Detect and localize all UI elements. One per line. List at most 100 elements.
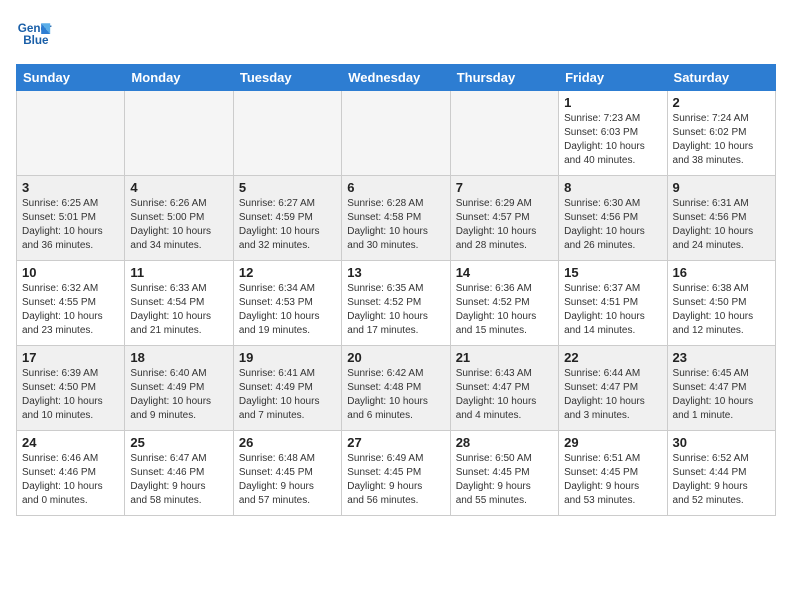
day-info: Sunrise: 6:27 AM Sunset: 4:59 PM Dayligh… [239,197,336,253]
day-number: 1 [564,95,661,110]
day-header-thursday: Thursday [450,65,558,91]
calendar-cell: 21 Sunrise: 6:43 AM Sunset: 4:47 PM Dayli… [450,346,558,431]
day-number: 10 [22,265,119,280]
calendar-cell: 2 Sunrise: 7:24 AM Sunset: 6:02 PM Daylig… [667,91,775,176]
calendar-cell: 3 Sunrise: 6:25 AM Sunset: 5:01 PM Daylig… [17,176,125,261]
calendar-cell: 30 Sunrise: 6:52 AM Sunset: 4:44 PM Dayli… [667,431,775,516]
day-header-friday: Friday [559,65,667,91]
day-number: 21 [456,350,553,365]
day-header-sunday: Sunday [17,65,125,91]
day-info: Sunrise: 6:30 AM Sunset: 4:56 PM Dayligh… [564,197,661,253]
day-number: 7 [456,180,553,195]
day-info: Sunrise: 6:48 AM Sunset: 4:45 PM Dayligh… [239,452,336,508]
day-number: 29 [564,435,661,450]
day-number: 3 [22,180,119,195]
day-number: 2 [673,95,770,110]
day-info: Sunrise: 6:36 AM Sunset: 4:52 PM Dayligh… [456,282,553,338]
day-info: Sunrise: 6:26 AM Sunset: 5:00 PM Dayligh… [130,197,227,253]
day-info: Sunrise: 6:50 AM Sunset: 4:45 PM Dayligh… [456,452,553,508]
day-info: Sunrise: 6:46 AM Sunset: 4:46 PM Dayligh… [22,452,119,508]
logo-icon: General Blue [16,16,52,52]
day-info: Sunrise: 6:25 AM Sunset: 5:01 PM Dayligh… [22,197,119,253]
calendar-cell: 23Sunrise: 6:45 AM Sunset: 4:47 PM Dayli… [667,346,775,431]
day-number: 23 [673,350,770,365]
calendar-cell [342,91,450,176]
calendar-cell: 17 Sunrise: 6:39 AM Sunset: 4:50 PM Dayli… [17,346,125,431]
calendar-cell: 16 Sunrise: 6:38 AM Sunset: 4:50 PM Dayli… [667,261,775,346]
day-number: 27 [347,435,444,450]
day-number: 13 [347,265,444,280]
day-info: Sunrise: 6:31 AM Sunset: 4:56 PM Dayligh… [673,197,770,253]
calendar-cell: 29 Sunrise: 6:51 AM Sunset: 4:45 PM Dayli… [559,431,667,516]
calendar-cell: 18 Sunrise: 6:40 AM Sunset: 4:49 PM Dayli… [125,346,233,431]
calendar-table: SundayMondayTuesdayWednesdayThursdayFrid… [16,64,776,516]
day-number: 18 [130,350,227,365]
day-number: 9 [673,180,770,195]
day-info: Sunrise: 6:37 AM Sunset: 4:51 PM Dayligh… [564,282,661,338]
day-number: 22 [564,350,661,365]
day-header-monday: Monday [125,65,233,91]
day-number: 20 [347,350,444,365]
day-number: 16 [673,265,770,280]
day-info: Sunrise: 6:28 AM Sunset: 4:58 PM Dayligh… [347,197,444,253]
calendar-header: SundayMondayTuesdayWednesdayThursdayFrid… [17,65,776,91]
calendar-cell: 19 Sunrise: 6:41 AM Sunset: 4:49 PM Dayli… [233,346,341,431]
calendar-week-3: 10 Sunrise: 6:32 AM Sunset: 4:55 PM Dayli… [17,261,776,346]
calendar-cell: 15 Sunrise: 6:37 AM Sunset: 4:51 PM Dayli… [559,261,667,346]
day-info: Sunrise: 6:49 AM Sunset: 4:45 PM Dayligh… [347,452,444,508]
day-info: Sunrise: 7:23 AM Sunset: 6:03 PM Dayligh… [564,112,661,168]
day-number: 19 [239,350,336,365]
day-info: Sunrise: 6:29 AM Sunset: 4:57 PM Dayligh… [456,197,553,253]
calendar-week-2: 3 Sunrise: 6:25 AM Sunset: 5:01 PM Daylig… [17,176,776,261]
day-info: Sunrise: 6:51 AM Sunset: 4:45 PM Dayligh… [564,452,661,508]
day-number: 5 [239,180,336,195]
day-info: Sunrise: 7:24 AM Sunset: 6:02 PM Dayligh… [673,112,770,168]
calendar-body: 1 Sunrise: 7:23 AM Sunset: 6:03 PM Daylig… [17,91,776,516]
calendar-cell: 6 Sunrise: 6:28 AM Sunset: 4:58 PM Daylig… [342,176,450,261]
calendar-cell: 25Sunrise: 6:47 AM Sunset: 4:46 PM Dayli… [125,431,233,516]
calendar-week-1: 1 Sunrise: 7:23 AM Sunset: 6:03 PM Daylig… [17,91,776,176]
calendar-cell: 10 Sunrise: 6:32 AM Sunset: 4:55 PM Dayli… [17,261,125,346]
day-header-saturday: Saturday [667,65,775,91]
day-info: Sunrise: 6:44 AM Sunset: 4:47 PM Dayligh… [564,367,661,423]
day-info: Sunrise: 6:42 AM Sunset: 4:48 PM Dayligh… [347,367,444,423]
day-info: Sunrise: 6:34 AM Sunset: 4:53 PM Dayligh… [239,282,336,338]
calendar-cell: 20 Sunrise: 6:42 AM Sunset: 4:48 PM Dayli… [342,346,450,431]
day-info: Sunrise: 6:43 AM Sunset: 4:47 PM Dayligh… [456,367,553,423]
day-number: 11 [130,265,227,280]
calendar-cell: 22 Sunrise: 6:44 AM Sunset: 4:47 PM Dayli… [559,346,667,431]
day-info: Sunrise: 6:38 AM Sunset: 4:50 PM Dayligh… [673,282,770,338]
calendar-cell: 27 Sunrise: 6:49 AM Sunset: 4:45 PM Dayli… [342,431,450,516]
day-number: 30 [673,435,770,450]
day-info: Sunrise: 6:32 AM Sunset: 4:55 PM Dayligh… [22,282,119,338]
day-number: 15 [564,265,661,280]
day-number: 25 [130,435,227,450]
svg-text:Blue: Blue [23,34,49,47]
calendar-cell [125,91,233,176]
day-info: Sunrise: 6:40 AM Sunset: 4:49 PM Dayligh… [130,367,227,423]
day-number: 6 [347,180,444,195]
calendar-cell [17,91,125,176]
calendar-cell: 9 Sunrise: 6:31 AM Sunset: 4:56 PM Daylig… [667,176,775,261]
calendar-cell: 24 Sunrise: 6:46 AM Sunset: 4:46 PM Dayli… [17,431,125,516]
calendar-cell: 13 Sunrise: 6:35 AM Sunset: 4:52 PM Dayli… [342,261,450,346]
calendar-cell: 4Sunrise: 6:26 AM Sunset: 5:00 PM Daylig… [125,176,233,261]
day-number: 28 [456,435,553,450]
day-number: 17 [22,350,119,365]
calendar-week-4: 17 Sunrise: 6:39 AM Sunset: 4:50 PM Dayli… [17,346,776,431]
calendar-cell: 5 Sunrise: 6:27 AM Sunset: 4:59 PM Daylig… [233,176,341,261]
day-info: Sunrise: 6:33 AM Sunset: 4:54 PM Dayligh… [130,282,227,338]
day-number: 24 [22,435,119,450]
logo: General Blue [16,16,52,52]
day-info: Sunrise: 6:35 AM Sunset: 4:52 PM Dayligh… [347,282,444,338]
day-number: 14 [456,265,553,280]
calendar-cell: 26Sunrise: 6:48 AM Sunset: 4:45 PM Dayli… [233,431,341,516]
calendar-cell: 8 Sunrise: 6:30 AM Sunset: 4:56 PM Daylig… [559,176,667,261]
day-info: Sunrise: 6:39 AM Sunset: 4:50 PM Dayligh… [22,367,119,423]
day-number: 8 [564,180,661,195]
day-header-wednesday: Wednesday [342,65,450,91]
day-info: Sunrise: 6:41 AM Sunset: 4:49 PM Dayligh… [239,367,336,423]
calendar-cell [450,91,558,176]
day-info: Sunrise: 6:52 AM Sunset: 4:44 PM Dayligh… [673,452,770,508]
calendar-cell: 28 Sunrise: 6:50 AM Sunset: 4:45 PM Dayli… [450,431,558,516]
